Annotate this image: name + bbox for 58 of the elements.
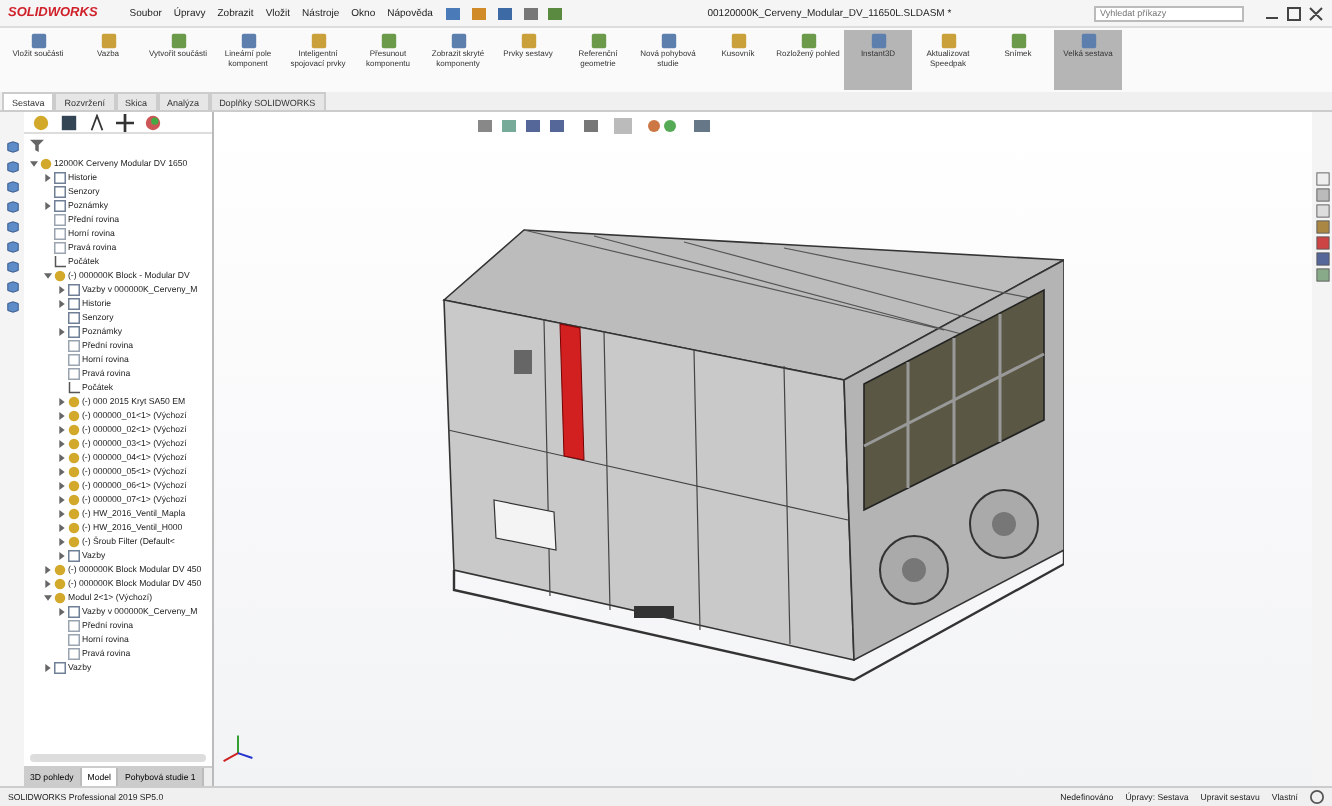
window-controls-icon[interactable]	[1264, 5, 1324, 21]
expand-icon[interactable]	[57, 495, 65, 503]
command-icon	[29, 32, 47, 50]
folder-icon	[68, 605, 80, 617]
expand-icon[interactable]	[57, 481, 65, 489]
collapse-icon[interactable]	[29, 159, 37, 167]
folder-icon	[54, 661, 66, 673]
command-icon	[379, 32, 397, 50]
origin-icon	[68, 381, 80, 393]
expand-icon[interactable]	[43, 565, 51, 573]
command-icon	[239, 32, 257, 50]
move-tab-icon[interactable]	[116, 113, 134, 131]
horizontal-scrollbar[interactable]	[30, 754, 206, 762]
command-icon	[169, 32, 187, 50]
command-icon	[939, 32, 957, 50]
command-icon	[869, 32, 887, 50]
command-icon	[309, 32, 327, 50]
expand-icon[interactable]	[57, 299, 65, 307]
expand-icon[interactable]	[43, 201, 51, 209]
assembly-icon	[54, 269, 66, 281]
appearance-tab-icon[interactable]	[144, 113, 162, 131]
collapse-icon[interactable]	[43, 271, 51, 279]
assembly-icon	[40, 157, 52, 169]
view-toolbar-icon[interactable]	[474, 116, 714, 136]
command-icon	[449, 32, 467, 50]
expand-icon[interactable]	[57, 327, 65, 335]
coordinate-triad-icon	[222, 734, 254, 766]
collapse-icon[interactable]	[43, 593, 51, 601]
command-icon	[1079, 32, 1097, 50]
expand-icon[interactable]	[57, 425, 65, 433]
expand-icon[interactable]	[43, 663, 51, 671]
origin-icon	[54, 255, 66, 267]
filter-icon[interactable]	[30, 138, 44, 152]
property-tab-icon[interactable]	[60, 113, 78, 131]
command-icon	[589, 32, 607, 50]
folder-icon	[68, 549, 80, 561]
expand-icon[interactable]	[57, 467, 65, 475]
help-icon[interactable]	[1310, 790, 1324, 804]
expand-icon[interactable]	[57, 411, 65, 419]
expand-icon[interactable]	[57, 439, 65, 447]
command-icon	[799, 32, 817, 50]
expand-icon[interactable]	[57, 523, 65, 531]
command-icon	[729, 32, 747, 50]
command-icon	[99, 32, 117, 50]
command-icon	[659, 32, 677, 50]
expand-icon[interactable]	[43, 173, 51, 181]
expand-icon[interactable]	[57, 397, 65, 405]
quick-access-toolbar-icon[interactable]	[444, 3, 565, 23]
command-icon	[519, 32, 537, 50]
expand-icon[interactable]	[57, 551, 65, 559]
expand-icon[interactable]	[57, 509, 65, 517]
expand-icon[interactable]	[57, 453, 65, 461]
expand-icon[interactable]	[57, 537, 65, 545]
expand-icon[interactable]	[57, 607, 65, 615]
configuration-tab-icon[interactable]	[88, 113, 106, 131]
expand-icon[interactable]	[57, 285, 65, 293]
expand-icon[interactable]	[43, 579, 51, 587]
command-icon	[1009, 32, 1027, 50]
